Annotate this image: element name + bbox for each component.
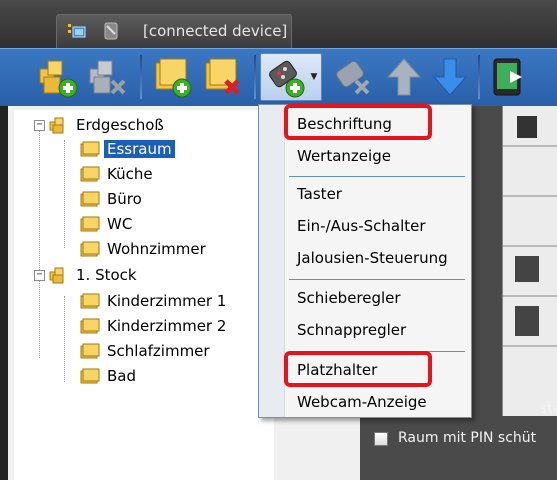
- tree-label: Kinderzimmer 2: [107, 317, 227, 335]
- add-control-button[interactable]: ▼: [260, 53, 322, 101]
- menu-item-webcam-anzeige[interactable]: Webcam-Anzeige: [287, 387, 467, 417]
- tree-room-schlafzimmer[interactable]: Schlafzimmer: [80, 340, 213, 362]
- tree-room-bad[interactable]: Bad: [80, 365, 139, 387]
- toolbar-separator: [254, 55, 256, 99]
- move-down-button[interactable]: [426, 53, 474, 101]
- toolbar-separator: [140, 55, 142, 99]
- room-icon: [80, 216, 100, 232]
- tree-label: Erdgeschoß: [76, 116, 164, 134]
- move-up-icon: [386, 58, 422, 96]
- tree-label: WC: [107, 215, 133, 233]
- room-icon: [80, 241, 100, 257]
- tree-label: Büro: [107, 190, 142, 208]
- menu-item-schieberegler[interactable]: Schieberegler: [287, 283, 467, 313]
- network-icon: [68, 24, 86, 38]
- control-preview-icon: [503, 116, 557, 347]
- tree-floor-1-stock[interactable]: − 1. Stock: [34, 264, 140, 286]
- tree-room-kinderzimmer-2[interactable]: Kinderzimmer 2: [80, 315, 229, 337]
- tree-floor-erdgeschoss[interactable]: − Erdgeschoß: [34, 114, 167, 136]
- window-border: [0, 106, 8, 480]
- tree-room-wc[interactable]: WC: [80, 213, 135, 235]
- tree-connector: [64, 140, 65, 248]
- tree-room-kinderzimmer-1[interactable]: Kinderzimmer 1: [80, 290, 229, 312]
- building-icon: [49, 267, 64, 284]
- app-window: [connected device] ▼ − Erdgeschoß Essrau…: [0, 0, 557, 480]
- room-icon: [80, 343, 100, 359]
- control-preview-strip: [502, 106, 557, 416]
- collapse-icon[interactable]: −: [34, 269, 45, 281]
- toolbar: ▼: [0, 48, 557, 106]
- remove-room-icon: [205, 58, 240, 95]
- tree-connector: [64, 296, 65, 382]
- move-up-button[interactable]: [380, 53, 428, 101]
- device-tab[interactable]: [connected device]: [56, 14, 292, 48]
- menu-item-jalousien-steuerung[interactable]: Jalousien-Steuerung: [287, 243, 467, 273]
- tree-room-buero[interactable]: Büro: [80, 188, 145, 210]
- highlight-beschriftung: [284, 104, 432, 140]
- room-icon: [80, 141, 100, 157]
- device-icon: [493, 58, 522, 96]
- room-icon: [80, 293, 100, 309]
- device-icon: [104, 22, 118, 40]
- room-icon: [80, 368, 100, 384]
- room-icon: [80, 166, 100, 182]
- tree-room-essraum[interactable]: Essraum: [80, 138, 176, 160]
- menu-item-schnappregler[interactable]: Schnappregler: [287, 315, 467, 345]
- tree-label: 1. Stock: [76, 266, 137, 284]
- tree-room-wohnzimmer[interactable]: Wohnzimmer: [80, 238, 209, 260]
- remove-building-button[interactable]: [84, 53, 132, 101]
- remove-control-icon: [336, 60, 370, 95]
- remove-control-button[interactable]: [330, 53, 378, 101]
- tree-connector: [39, 126, 40, 358]
- tree-label: Küche: [107, 165, 153, 183]
- tree-label: Kinderzimmer 1: [107, 292, 227, 310]
- tree-label: Schlafzimmer: [107, 342, 210, 360]
- title-bar: [connected device]: [0, 0, 557, 48]
- add-room-button[interactable]: [148, 53, 196, 101]
- partial-label: ste: [540, 401, 557, 417]
- tree-label: Essraum: [103, 139, 176, 159]
- tree-label: Wohnzimmer: [107, 240, 206, 258]
- pin-checkbox-label: Raum mit PIN schüt: [398, 430, 537, 446]
- pin-checkbox[interactable]: [374, 432, 388, 446]
- building-icon: [49, 117, 64, 134]
- menu-gutter: [259, 105, 285, 417]
- room-icon: [80, 318, 100, 334]
- remove-building-icon: [89, 60, 126, 95]
- add-room-icon: [155, 58, 192, 98]
- move-down-icon: [432, 58, 468, 96]
- add-control-icon: [268, 60, 305, 98]
- toolbar-separator: [478, 55, 480, 99]
- room-tree: − Erdgeschoß Essraum Küche Büro WC Wohnz…: [14, 110, 274, 480]
- room-icon: [80, 191, 100, 207]
- collapse-icon[interactable]: −: [34, 119, 45, 131]
- tree-label: Bad: [107, 367, 137, 385]
- remove-room-button[interactable]: [198, 53, 246, 101]
- menu-item-wertanzeige[interactable]: Wertanzeige: [287, 141, 467, 171]
- menu-separator: [289, 279, 465, 280]
- tab-title: [connected device]: [143, 22, 288, 40]
- add-building-button[interactable]: [34, 53, 82, 101]
- highlight-platzhalter: [284, 351, 432, 387]
- device-button[interactable]: [486, 53, 534, 101]
- tree-room-kueche[interactable]: Küche: [80, 163, 156, 185]
- menu-separator: [289, 176, 465, 177]
- chevron-down-icon: ▼: [310, 72, 318, 82]
- menu-item-ein-aus-schalter[interactable]: Ein-/Aus-Schalter: [287, 211, 467, 241]
- add-building-icon: [39, 60, 78, 98]
- menu-item-taster[interactable]: Taster: [287, 179, 467, 209]
